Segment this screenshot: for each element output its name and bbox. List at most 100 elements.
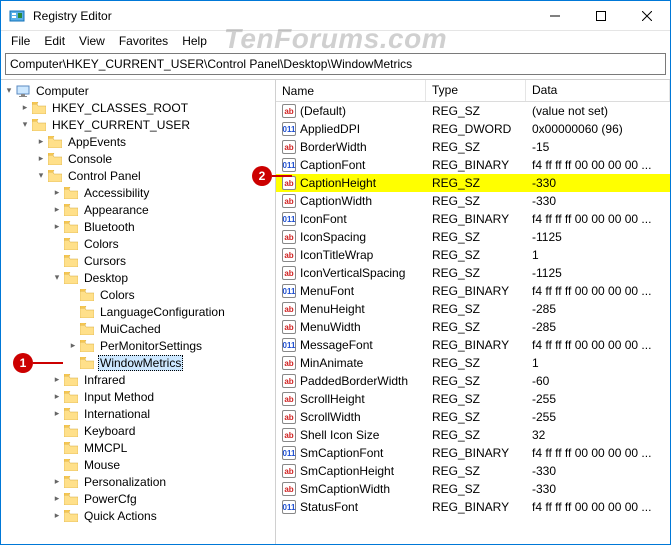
tree-item[interactable]: ▾Computer bbox=[1, 82, 275, 99]
tree-item[interactable]: ▸HKEY_CLASSES_ROOT bbox=[1, 99, 275, 116]
expander-icon[interactable]: ▸ bbox=[51, 204, 63, 216]
tree-item[interactable]: ▸PerMonitorSettings bbox=[1, 337, 275, 354]
column-name[interactable]: Name bbox=[276, 80, 426, 101]
value-data: -255 bbox=[526, 392, 670, 406]
tree-item[interactable]: ▾HKEY_CURRENT_USER bbox=[1, 116, 275, 133]
menu-view[interactable]: View bbox=[73, 32, 111, 50]
value-row[interactable]: abSmCaptionWidthREG_SZ-330 bbox=[276, 480, 670, 498]
expander-icon[interactable]: ▾ bbox=[51, 272, 63, 284]
titlebar[interactable]: Registry Editor bbox=[1, 1, 670, 31]
tree-item[interactable]: Keyboard bbox=[1, 422, 275, 439]
value-row[interactable]: abCaptionHeightREG_SZ-330 bbox=[276, 174, 670, 192]
expander-icon[interactable]: ▸ bbox=[51, 221, 63, 233]
menu-favorites[interactable]: Favorites bbox=[113, 32, 174, 50]
value-row[interactable]: abIconSpacingREG_SZ-1125 bbox=[276, 228, 670, 246]
tree-item[interactable]: ▸Bluetooth bbox=[1, 218, 275, 235]
tree-item[interactable]: ▸International bbox=[1, 405, 275, 422]
value-row[interactable]: 011AppliedDPIREG_DWORD0x00000060 (96) bbox=[276, 120, 670, 138]
value-row[interactable]: abMenuHeightREG_SZ-285 bbox=[276, 300, 670, 318]
value-name: Shell Icon Size bbox=[300, 428, 379, 442]
menu-file[interactable]: File bbox=[5, 32, 36, 50]
value-data: -285 bbox=[526, 320, 670, 334]
close-button[interactable] bbox=[624, 1, 670, 31]
value-row[interactable]: abCaptionWidthREG_SZ-330 bbox=[276, 192, 670, 210]
expander-icon[interactable]: ▸ bbox=[51, 510, 63, 522]
expander-icon[interactable]: ▸ bbox=[51, 391, 63, 403]
tree-item[interactable]: Mouse bbox=[1, 456, 275, 473]
tree-item[interactable]: ▸AppEvents bbox=[1, 133, 275, 150]
list-body[interactable]: ab(Default)REG_SZ(value not set)011Appli… bbox=[276, 102, 670, 544]
expander-icon[interactable]: ▸ bbox=[51, 476, 63, 488]
expander-icon[interactable]: ▾ bbox=[3, 85, 15, 97]
tree-item[interactable]: ▸ PowerCfg bbox=[1, 490, 275, 507]
expander-icon[interactable] bbox=[67, 357, 79, 369]
value-row[interactable]: abMinAnimateREG_SZ1 bbox=[276, 354, 670, 372]
expander-icon[interactable] bbox=[51, 238, 63, 250]
tree-label: PowerCfg bbox=[82, 492, 139, 506]
expander-icon[interactable]: ▸ bbox=[19, 102, 31, 114]
tree-item[interactable]: WindowMetrics bbox=[1, 354, 275, 371]
expander-icon[interactable] bbox=[67, 323, 79, 335]
tree-pane[interactable]: ▾Computer▸HKEY_CLASSES_ROOT▾HKEY_CURRENT… bbox=[1, 80, 276, 544]
value-row[interactable]: ab(Default)REG_SZ(value not set) bbox=[276, 102, 670, 120]
value-row[interactable]: abIconTitleWrapREG_SZ1 bbox=[276, 246, 670, 264]
tree-item[interactable]: ▾Control Panel bbox=[1, 167, 275, 184]
column-data[interactable]: Data bbox=[526, 80, 670, 101]
expander-icon[interactable] bbox=[67, 289, 79, 301]
tree-item[interactable]: Colors bbox=[1, 235, 275, 252]
tree-item[interactable]: MuiCached bbox=[1, 320, 275, 337]
expander-icon[interactable]: ▸ bbox=[51, 374, 63, 386]
expander-icon[interactable] bbox=[51, 442, 63, 454]
binary-icon: 011 bbox=[282, 212, 296, 226]
expander-icon[interactable]: ▸ bbox=[51, 187, 63, 199]
value-name: CaptionFont bbox=[300, 158, 365, 172]
tree-item[interactable]: Colors bbox=[1, 286, 275, 303]
menu-edit[interactable]: Edit bbox=[38, 32, 71, 50]
value-row[interactable]: 011MenuFontREG_BINARYf4 ff ff ff 00 00 0… bbox=[276, 282, 670, 300]
value-row[interactable]: abSmCaptionHeightREG_SZ-330 bbox=[276, 462, 670, 480]
tree-item[interactable]: MMCPL bbox=[1, 439, 275, 456]
content-area: ▾Computer▸HKEY_CLASSES_ROOT▾HKEY_CURRENT… bbox=[1, 79, 670, 544]
expander-icon[interactable]: ▸ bbox=[51, 493, 63, 505]
maximize-button[interactable] bbox=[578, 1, 624, 31]
expander-icon[interactable]: ▸ bbox=[51, 408, 63, 420]
menu-help[interactable]: Help bbox=[176, 32, 213, 50]
value-row[interactable]: abPaddedBorderWidthREG_SZ-60 bbox=[276, 372, 670, 390]
tree-item[interactable]: ▸Accessibility bbox=[1, 184, 275, 201]
value-row[interactable]: 011CaptionFontREG_BINARYf4 ff ff ff 00 0… bbox=[276, 156, 670, 174]
tree-item[interactable]: ▸Quick Actions bbox=[1, 507, 275, 524]
value-row[interactable]: 011SmCaptionFontREG_BINARYf4 ff ff ff 00… bbox=[276, 444, 670, 462]
tree-item[interactable]: LanguageConfiguration bbox=[1, 303, 275, 320]
tree-item[interactable]: ▾Desktop bbox=[1, 269, 275, 286]
value-row[interactable]: abShell Icon SizeREG_SZ32 bbox=[276, 426, 670, 444]
value-row[interactable]: 011StatusFontREG_BINARYf4 ff ff ff 00 00… bbox=[276, 498, 670, 516]
value-row[interactable]: abMenuWidthREG_SZ-285 bbox=[276, 318, 670, 336]
expander-icon[interactable]: ▸ bbox=[67, 340, 79, 352]
address-bar[interactable]: Computer\HKEY_CURRENT_USER\Control Panel… bbox=[5, 53, 666, 75]
expander-icon[interactable]: ▸ bbox=[35, 136, 47, 148]
value-row[interactable]: abIconVerticalSpacingREG_SZ-1125 bbox=[276, 264, 670, 282]
tree-item[interactable]: ▸Appearance bbox=[1, 201, 275, 218]
tree-item[interactable]: ▸Infrared bbox=[1, 371, 275, 388]
expander-icon[interactable]: ▸ bbox=[35, 153, 47, 165]
expander-icon[interactable]: ▾ bbox=[19, 119, 31, 131]
value-row[interactable]: 011IconFontREG_BINARYf4 ff ff ff 00 00 0… bbox=[276, 210, 670, 228]
value-row[interactable]: 011MessageFontREG_BINARYf4 ff ff ff 00 0… bbox=[276, 336, 670, 354]
value-row[interactable]: abScrollWidthREG_SZ-255 bbox=[276, 408, 670, 426]
value-row[interactable]: abBorderWidthREG_SZ-15 bbox=[276, 138, 670, 156]
value-name: IconFont bbox=[300, 212, 347, 226]
tree-item[interactable]: Cursors bbox=[1, 252, 275, 269]
expander-icon[interactable] bbox=[67, 306, 79, 318]
expander-icon[interactable]: ▾ bbox=[35, 170, 47, 182]
tree-label: Input Method bbox=[82, 390, 156, 404]
tree-item[interactable]: ▸Personalization bbox=[1, 473, 275, 490]
folder-icon bbox=[64, 510, 78, 522]
tree-item[interactable]: ▸ Input Method bbox=[1, 388, 275, 405]
expander-icon[interactable] bbox=[51, 255, 63, 267]
expander-icon[interactable] bbox=[51, 459, 63, 471]
minimize-button[interactable] bbox=[532, 1, 578, 31]
expander-icon[interactable] bbox=[51, 425, 63, 437]
value-row[interactable]: abScrollHeightREG_SZ-255 bbox=[276, 390, 670, 408]
tree-item[interactable]: ▸Console bbox=[1, 150, 275, 167]
column-type[interactable]: Type bbox=[426, 80, 526, 101]
